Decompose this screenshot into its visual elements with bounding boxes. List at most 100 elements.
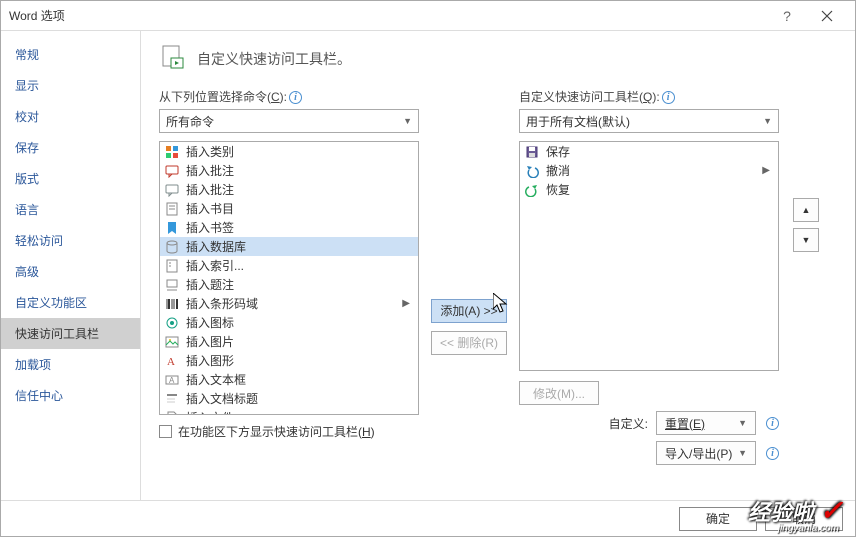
submenu-arrow-icon: ▶ bbox=[762, 165, 774, 176]
info-icon[interactable]: i bbox=[662, 91, 675, 104]
titlebar: Word 选项 ? bbox=[1, 1, 855, 31]
sidebar-item-qat[interactable]: 快速访问工具栏 bbox=[1, 318, 140, 349]
sidebar-item-trust[interactable]: 信任中心 bbox=[1, 380, 140, 411]
list-item-label: 保存 bbox=[546, 143, 570, 160]
qat-scope-select[interactable]: 用于所有文档(默认) ▼ bbox=[519, 109, 779, 133]
textbox-icon: A bbox=[164, 372, 180, 388]
shape-icon: A bbox=[164, 353, 180, 369]
info-icon[interactable]: i bbox=[766, 417, 779, 430]
list-item[interactable]: 插入图片 bbox=[160, 332, 418, 351]
list-item[interactable]: 插入批注 bbox=[160, 161, 418, 180]
iconimg-icon bbox=[164, 315, 180, 331]
word-options-dialog: Word 选项 ? 常规 显示 校对 保存 版式 语言 轻松访问 高级 自定义功… bbox=[0, 0, 856, 537]
redo-icon bbox=[524, 182, 540, 198]
checkbox-label: 在功能区下方显示快速访问工具栏(H) bbox=[178, 423, 375, 440]
chevron-down-icon: ▼ bbox=[738, 418, 747, 428]
list-item[interactable]: 撤消▶ bbox=[520, 161, 778, 180]
sidebar-item-ease[interactable]: 轻松访问 bbox=[1, 225, 140, 256]
sidebar: 常规 显示 校对 保存 版式 语言 轻松访问 高级 自定义功能区 快速访问工具栏… bbox=[1, 31, 141, 501]
info-icon[interactable]: i bbox=[766, 447, 779, 460]
qat-label: 自定义快速访问工具栏(Q):i bbox=[519, 88, 779, 105]
barcode-icon bbox=[164, 296, 180, 312]
customize-label: 自定义: bbox=[609, 415, 648, 432]
choose-commands-select[interactable]: 所有命令 ▼ bbox=[159, 109, 419, 133]
list-item-label: 插入类别 bbox=[186, 143, 234, 160]
list-item[interactable]: 插入索引... bbox=[160, 256, 418, 275]
commands-listbox[interactable]: 插入类别插入批注插入批注插入书目插入书签插入数据库插入索引...插入题注插入条形… bbox=[159, 141, 419, 415]
list-item-label: 插入书目 bbox=[186, 200, 234, 217]
list-item[interactable]: 恢复 bbox=[520, 180, 778, 199]
sidebar-item-save[interactable]: 保存 bbox=[1, 132, 140, 163]
qat-listbox[interactable]: 保存撤消▶恢复 bbox=[519, 141, 779, 371]
sidebar-item-layout[interactable]: 版式 bbox=[1, 163, 140, 194]
list-item[interactable]: 保存 bbox=[520, 142, 778, 161]
list-item-label: 插入图片 bbox=[186, 333, 234, 350]
sidebar-item-proofing[interactable]: 校对 bbox=[1, 101, 140, 132]
checkbox-icon bbox=[159, 425, 172, 438]
grid-icon bbox=[164, 144, 180, 160]
move-down-button[interactable]: ▼ bbox=[793, 228, 819, 252]
list-item[interactable]: 插入数据库 bbox=[160, 237, 418, 256]
import-export-dropdown[interactable]: 导入/导出(P)▼ bbox=[656, 441, 756, 465]
list-item-label: 恢复 bbox=[546, 181, 570, 198]
list-item[interactable]: A 插入图形 bbox=[160, 351, 418, 370]
svg-text:A: A bbox=[169, 376, 175, 385]
list-item-label: 插入图标 bbox=[186, 314, 234, 331]
sidebar-item-general[interactable]: 常规 bbox=[1, 39, 140, 70]
close-button[interactable] bbox=[807, 2, 847, 30]
window-title: Word 选项 bbox=[9, 7, 767, 24]
modify-button[interactable]: 修改(M)... bbox=[519, 381, 599, 405]
database-icon bbox=[164, 239, 180, 255]
qat-column: 自定义快速访问工具栏(Q):i 用于所有文档(默认) ▼ 保存撤消▶恢复 ▲ ▼… bbox=[519, 88, 779, 465]
qat-bottom-controls: 修改(M)... 自定义: 重置(E)▼ i 导入/导出(P)▼ bbox=[519, 381, 779, 465]
list-item[interactable]: 插入书目 bbox=[160, 199, 418, 218]
save-icon bbox=[524, 144, 540, 160]
dialog-footer: 确定 取消 bbox=[1, 500, 855, 536]
list-item[interactable]: 插入书签 bbox=[160, 218, 418, 237]
choose-commands-column: 从下列位置选择命令(C):i 所有命令 ▼ 插入类别插入批注插入批注插入书目插入… bbox=[159, 88, 419, 465]
sidebar-item-display[interactable]: 显示 bbox=[1, 70, 140, 101]
cancel-button[interactable]: 取消 bbox=[765, 507, 843, 531]
title-icon bbox=[164, 391, 180, 407]
reset-dropdown[interactable]: 重置(E)▼ bbox=[656, 411, 756, 435]
list-item-label: 插入书签 bbox=[186, 219, 234, 236]
main-panel: 自定义快速访问工具栏。 从下列位置选择命令(C):i 所有命令 ▼ 插入类别插入… bbox=[141, 31, 855, 501]
help-button[interactable]: ? bbox=[767, 2, 807, 30]
comment-icon bbox=[164, 163, 180, 179]
remove-button[interactable]: << 删除(R) bbox=[431, 331, 507, 355]
chevron-down-icon: ▼ bbox=[763, 116, 772, 126]
list-item[interactable]: 插入图标 bbox=[160, 313, 418, 332]
show-below-ribbon-checkbox[interactable]: 在功能区下方显示快速访问工具栏(H) bbox=[159, 423, 419, 440]
ok-button[interactable]: 确定 bbox=[679, 507, 757, 531]
list-item[interactable]: 插入题注 bbox=[160, 275, 418, 294]
list-item[interactable]: 插入批注 bbox=[160, 180, 418, 199]
bookmark-icon bbox=[164, 220, 180, 236]
select-value: 用于所有文档(默认) bbox=[526, 113, 630, 130]
list-item-label: 插入文件 bbox=[186, 409, 234, 415]
close-icon bbox=[821, 10, 833, 22]
list-item[interactable]: 插入文件 bbox=[160, 408, 418, 415]
move-up-button[interactable]: ▲ bbox=[793, 198, 819, 222]
list-item[interactable]: 插入文档标题 bbox=[160, 389, 418, 408]
list-item-label: 插入文档标题 bbox=[186, 390, 258, 407]
undo-icon bbox=[524, 163, 540, 179]
list-item[interactable]: A插入文本框 bbox=[160, 370, 418, 389]
sidebar-item-advanced[interactable]: 高级 bbox=[1, 256, 140, 287]
sidebar-item-customize-ribbon[interactable]: 自定义功能区 bbox=[1, 287, 140, 318]
caption-icon bbox=[164, 277, 180, 293]
biblio-icon bbox=[164, 201, 180, 217]
sidebar-item-addins[interactable]: 加载项 bbox=[1, 349, 140, 380]
list-item-label: 插入图形 bbox=[186, 352, 234, 369]
header-title: 自定义快速访问工具栏。 bbox=[197, 49, 351, 69]
add-button[interactable]: 添加(A) >> bbox=[431, 299, 506, 323]
list-item[interactable]: 插入条形码域▶ bbox=[160, 294, 418, 313]
dialog-body: 常规 显示 校对 保存 版式 语言 轻松访问 高级 自定义功能区 快速访问工具栏… bbox=[1, 31, 855, 501]
select-value: 所有命令 bbox=[166, 113, 214, 130]
header: 自定义快速访问工具栏。 bbox=[159, 43, 837, 74]
chevron-down-icon: ▼ bbox=[802, 235, 811, 245]
list-item[interactable]: 插入类别 bbox=[160, 142, 418, 161]
list-item-label: 插入条形码域 bbox=[186, 295, 258, 312]
info-icon[interactable]: i bbox=[289, 91, 302, 104]
list-item-label: 插入批注 bbox=[186, 181, 234, 198]
sidebar-item-language[interactable]: 语言 bbox=[1, 194, 140, 225]
